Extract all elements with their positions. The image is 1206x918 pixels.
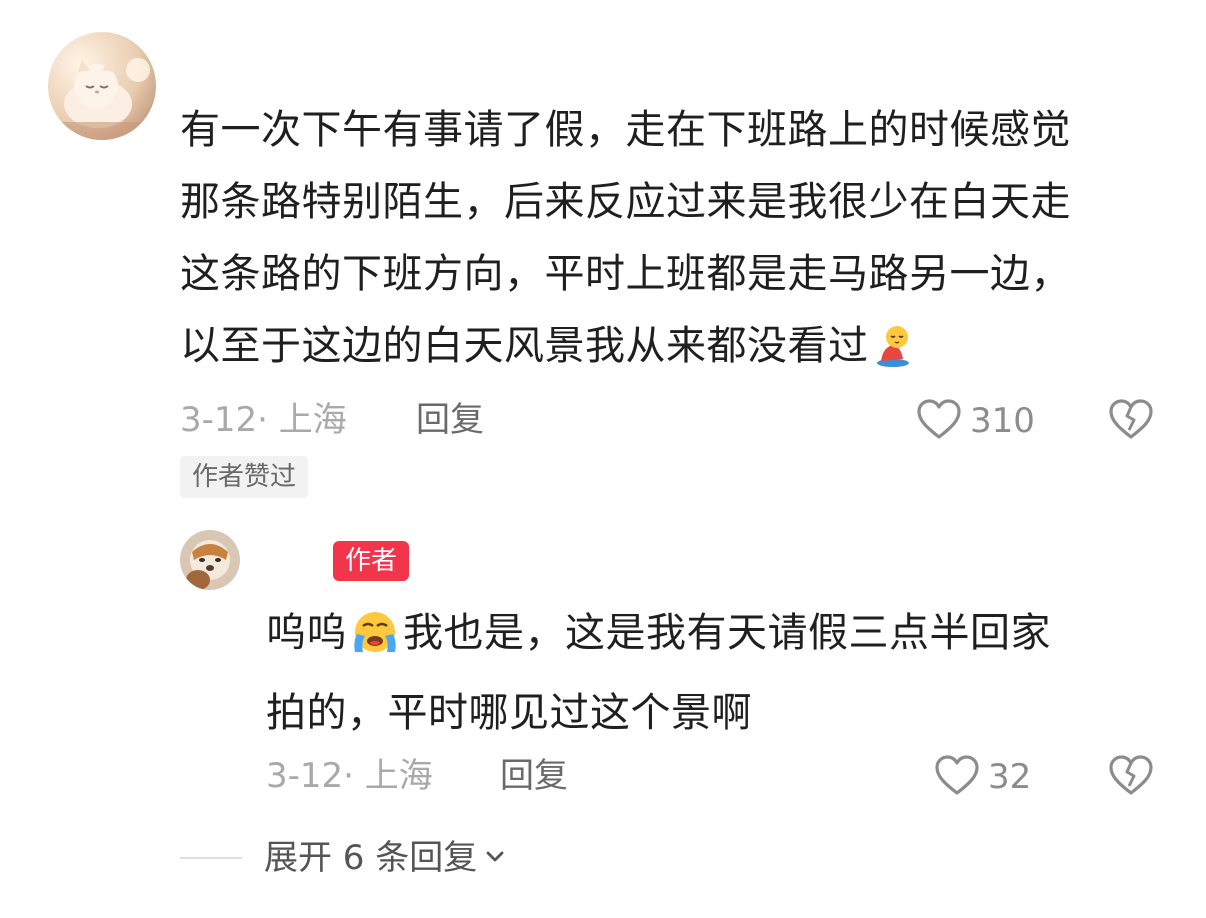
reply-dislike-button[interactable] <box>1108 754 1154 800</box>
divider-line <box>180 857 242 859</box>
loudly-crying-face-emoji <box>351 605 399 677</box>
comment-date-location: 3-12· 上海 <box>180 400 347 440</box>
expand-replies-button[interactable]: 展开 6 条回复 <box>180 836 507 880</box>
reply-line-prefix: 呜呜 <box>266 610 347 656</box>
kneeling-person-emoji <box>873 318 913 390</box>
comment-line: 有一次下午有事请了假，走在下班路上的时候感觉 <box>180 107 1071 153</box>
comment-line-last: 以至于这边的白天风景我从来都没看过 <box>180 310 1170 390</box>
comment-text: 有一次下午有事请了假，走在下班路上的时候感觉 那条路特别陌生，后来反应过来是我很… <box>180 94 1170 390</box>
heart-outline-icon <box>934 754 980 800</box>
comment-like-button[interactable]: 310 <box>916 398 1035 444</box>
heart-outline-icon <box>916 398 962 444</box>
reply-line: 拍的，平时哪见过这个景啊 <box>266 690 752 736</box>
comment-line-text: 以至于这边的白天风景我从来都没看过 <box>180 323 869 369</box>
comment-line: 那条路特别陌生，后来反应过来是我很少在白天走 <box>180 179 1071 225</box>
reply-date-location: 3-12· 上海 <box>266 756 433 796</box>
comment-dislike-button[interactable] <box>1108 398 1154 444</box>
reply-reply-button[interactable]: 回复 <box>500 754 568 798</box>
author-avatar[interactable] <box>180 530 240 590</box>
comment-reply-button[interactable]: 回复 <box>416 398 484 442</box>
reply-line-rest: 我也是，这是我有天请假三点半回家 <box>403 610 1051 656</box>
liked-by-author-badge: 作者赞过 <box>180 456 309 498</box>
commenter-avatar[interactable] <box>48 32 156 140</box>
comment-like-count: 310 <box>970 401 1035 441</box>
chevron-down-icon <box>483 844 507 872</box>
expand-replies-label: 展开 6 条回复 <box>264 838 478 878</box>
reply-like-button[interactable]: 32 <box>934 754 1031 800</box>
reply-like-count: 32 <box>988 757 1032 797</box>
broken-heart-icon <box>1108 399 1154 444</box>
reply-line-first: 呜呜 我也是，这是我有天请假三点半回家 <box>266 597 1166 677</box>
author-badge: 作者 <box>333 541 410 581</box>
reply-text: 呜呜 我也是，这是我有天请假三点半回家 拍的，平时哪见过这个景啊 <box>266 597 1166 749</box>
broken-heart-icon <box>1108 755 1154 800</box>
comment-line: 这条路的下班方向，平时上班都是走马路另一边， <box>180 251 1071 297</box>
